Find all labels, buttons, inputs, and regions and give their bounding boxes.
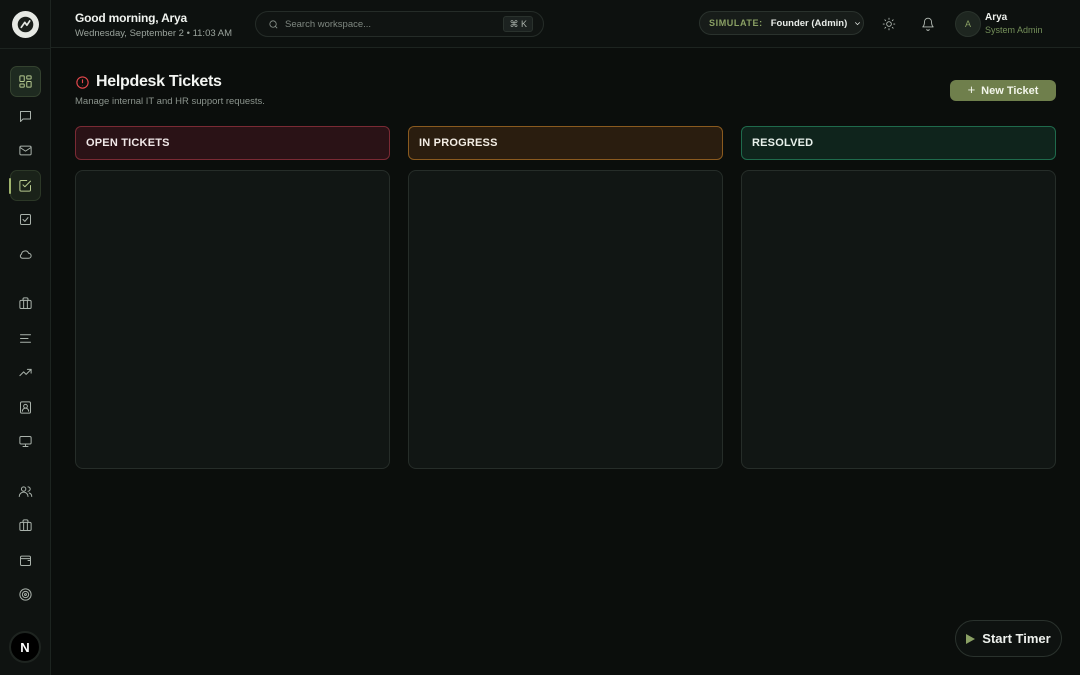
sun-icon	[882, 17, 896, 31]
sidebar-item-projects[interactable]	[10, 288, 41, 319]
target-icon	[19, 588, 32, 601]
new-ticket-label: New Ticket	[981, 84, 1039, 97]
sidebar-divider	[0, 48, 51, 49]
sidebar-item-list[interactable]	[10, 323, 41, 354]
briefcase-icon	[19, 519, 32, 531]
contact-icon	[20, 401, 31, 414]
column-header-in-progress: IN PROGRESS	[408, 126, 723, 160]
logo-mark-icon	[17, 16, 34, 33]
sidebar-item-wallet[interactable]	[10, 545, 41, 576]
bell-icon	[922, 17, 934, 31]
simulate-value: Founder (Admin)	[770, 17, 848, 29]
column-in-progress-dropzone[interactable]	[408, 170, 723, 469]
helpdesk-icon	[19, 180, 31, 192]
workspace-initial: N	[20, 639, 30, 655]
top-bar: Good morning, Arya Wednesday, September …	[51, 0, 1080, 48]
app-logo[interactable]	[12, 11, 39, 38]
alert-circle-icon	[76, 75, 89, 89]
sidebar-item-tasks[interactable]	[10, 204, 41, 235]
tasks-icon	[20, 214, 31, 225]
simulate-label: SIMULATE:	[709, 18, 763, 28]
search-shortcut-badge: ⌘ K	[503, 16, 533, 32]
plus-icon: +	[967, 82, 976, 97]
column-header-resolved: RESOLVED	[741, 126, 1056, 160]
chat-icon	[20, 111, 31, 122]
sidebar-item-cloud[interactable]	[10, 239, 41, 270]
users-icon	[18, 486, 33, 497]
user-info[interactable]: Arya System Admin	[985, 12, 1043, 35]
sidebar-item-devices[interactable]	[10, 426, 41, 457]
user-initial: A	[964, 19, 971, 29]
notifications-button[interactable]	[921, 17, 935, 31]
sidebar-item-goals[interactable]	[10, 579, 41, 610]
cloud-icon	[19, 250, 32, 259]
briefcase-icon	[19, 297, 32, 309]
monitor-icon	[19, 436, 32, 447]
sidebar-item-mail[interactable]	[10, 135, 41, 166]
workspace-avatar[interactable]: N	[9, 631, 41, 663]
search-placeholder: Search workspace...	[285, 18, 372, 30]
dashboard-icon	[19, 75, 32, 88]
sidebar-item-jobs[interactable]	[10, 510, 41, 541]
new-ticket-button[interactable]: + New Ticket	[950, 80, 1056, 101]
sidebar-item-helpdesk[interactable]	[9, 170, 41, 201]
user-role: System Admin	[985, 25, 1043, 35]
sidebar-item-contacts[interactable]	[10, 392, 41, 423]
sidebar-item-chat[interactable]	[10, 101, 41, 132]
sidebar: N	[0, 0, 51, 675]
sidebar-item-analytics[interactable]	[10, 357, 41, 388]
simulate-role-dropdown[interactable]: SIMULATE: Founder (Admin)	[699, 11, 864, 35]
column-resolved-dropzone[interactable]	[741, 170, 1056, 469]
column-open-dropzone[interactable]	[75, 170, 390, 469]
trending-icon	[19, 368, 32, 377]
mail-icon	[19, 145, 32, 156]
greeting-text: Good morning, Arya	[75, 11, 187, 25]
start-timer-label: Start Timer	[982, 631, 1051, 646]
column-header-open: OPEN TICKETS	[75, 126, 390, 160]
page-title: Helpdesk Tickets	[96, 73, 222, 90]
theme-toggle-button[interactable]	[882, 17, 896, 31]
date-time-text: Wednesday, September 2 • 11:03 AM	[75, 28, 233, 39]
page-subtitle: Manage internal IT and HR support reques…	[75, 96, 265, 107]
list-icon	[20, 334, 31, 343]
sidebar-item-dashboard[interactable]	[10, 66, 41, 97]
search-input[interactable]: Search workspace... ⌘ K	[255, 11, 544, 37]
page-title-row: Helpdesk Tickets	[75, 73, 222, 91]
start-timer-button[interactable]: Start Timer	[955, 620, 1062, 657]
user-avatar[interactable]: A	[955, 11, 981, 37]
user-name: Arya	[985, 12, 1008, 23]
chevron-down-icon	[855, 21, 861, 25]
sidebar-item-people[interactable]	[10, 476, 41, 507]
greeting-block: Good morning, Arya Wednesday, September …	[75, 11, 232, 39]
wallet-icon	[20, 555, 31, 566]
play-icon	[966, 633, 976, 644]
search-icon	[269, 19, 278, 28]
